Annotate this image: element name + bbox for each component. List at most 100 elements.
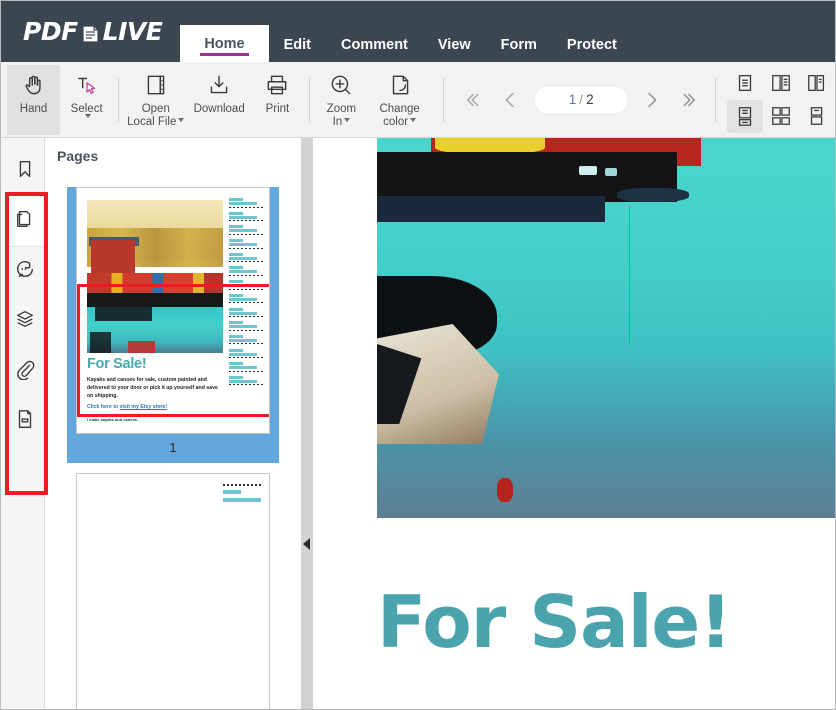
- change-color-label-2: color: [383, 115, 409, 128]
- flyer-link[interactable]: Click here to visit my Etsy store!: [87, 404, 167, 410]
- first-page-button[interactable]: [457, 80, 493, 120]
- two-page-view-button[interactable]: [763, 67, 799, 100]
- pages-icon: [14, 208, 36, 235]
- change-color-button[interactable]: Change color: [368, 65, 431, 135]
- attachment-icon: [14, 358, 36, 385]
- tab-comment[interactable]: Comment: [326, 27, 423, 62]
- hand-icon: [20, 71, 48, 99]
- change-color-chevron-down-icon[interactable]: [410, 118, 417, 122]
- price-row: [229, 334, 265, 345]
- page2-dotted-line: [223, 484, 261, 486]
- price-row: [229, 362, 265, 372]
- sidebar-item-attachments[interactable]: [6, 346, 44, 396]
- change-color-icon: [386, 71, 414, 99]
- price-row: [229, 375, 265, 386]
- price-row: [229, 266, 265, 276]
- comment-icon: [14, 258, 36, 285]
- sidebar-item-pages[interactable]: [6, 196, 44, 246]
- document-view[interactable]: For Sale!: [313, 138, 835, 709]
- last-page-button[interactable]: [669, 80, 705, 120]
- current-page-value: 1: [568, 92, 577, 107]
- hand-tool-label: Hand: [19, 102, 48, 115]
- zoom-in-button[interactable]: Zoom In: [315, 65, 368, 135]
- download-label: Download: [193, 102, 245, 115]
- zoom-in-chevron-down-icon[interactable]: [344, 118, 351, 122]
- toolbar-divider: [118, 77, 120, 122]
- tab-form[interactable]: Form: [486, 27, 552, 62]
- main-tabs: Home Edit Comment View Form Protect: [180, 1, 632, 62]
- three-page-continuous-view-button[interactable]: [799, 100, 835, 133]
- price-row: [229, 307, 265, 317]
- printer-icon: [263, 71, 291, 99]
- document-photo: [377, 138, 835, 518]
- logo-text-live: LIVE: [102, 17, 163, 46]
- app-logo[interactable]: PDF LIVE: [1, 1, 180, 62]
- collapse-left-icon[interactable]: [303, 538, 310, 550]
- flyer-link-prefix: Click here to: [87, 404, 120, 410]
- logo-document-icon: [78, 22, 102, 46]
- hand-tool-button[interactable]: Hand: [7, 64, 61, 135]
- select-cursor-icon: [73, 71, 101, 99]
- flyer-photo: [87, 200, 223, 353]
- tab-active-underline: [200, 53, 249, 56]
- view-mode-group: [727, 67, 835, 133]
- signature-icon: [14, 408, 36, 435]
- thumbnail-page-number-1: 1: [169, 440, 177, 455]
- previous-page-button[interactable]: [493, 80, 529, 120]
- select-tool-button[interactable]: Select: [60, 65, 113, 135]
- logo-text-pdf: PDF: [23, 17, 78, 46]
- page2-text-block-2: [223, 498, 261, 502]
- open-local-file-button[interactable]: Open Local File: [124, 65, 187, 135]
- price-row: [229, 321, 265, 331]
- sidebar-item-layers[interactable]: [6, 296, 44, 346]
- sidebar-item-bookmarks[interactable]: [6, 146, 44, 196]
- open-local-file-label-1: Open: [141, 102, 170, 115]
- document-heading: For Sale!: [377, 580, 732, 664]
- thumbnail-item-2[interactable]: 2: [67, 473, 279, 709]
- price-row: [229, 198, 265, 208]
- thumbnail-list[interactable]: For Sale! Kayaks and canoes for sale, cu…: [45, 178, 301, 709]
- single-page-view-button[interactable]: [727, 67, 763, 100]
- panel-splitter[interactable]: [301, 138, 313, 709]
- open-file-icon: [142, 71, 170, 99]
- zoom-in-label-2: In: [332, 115, 343, 128]
- change-color-label-1: Change: [379, 102, 420, 115]
- layers-icon: [14, 308, 36, 335]
- three-page-view-button[interactable]: [799, 67, 835, 100]
- print-label: Print: [265, 102, 290, 115]
- toolbar-divider-3: [443, 77, 445, 122]
- download-button[interactable]: Download: [187, 65, 250, 135]
- flyer-title: For Sale!: [87, 356, 147, 372]
- open-local-file-chevron-down-icon[interactable]: [178, 118, 185, 122]
- tab-home-label: Home: [204, 35, 245, 52]
- left-icon-rail: [1, 138, 48, 709]
- tab-protect[interactable]: Protect: [552, 27, 632, 62]
- toolbar-divider-4: [715, 77, 717, 122]
- price-row: [229, 348, 265, 359]
- pages-panel: Pages For Sale! Kayaks and canoes for sa…: [45, 138, 301, 709]
- price-row: [229, 252, 265, 263]
- continuous-scroll-view-button[interactable]: [727, 99, 764, 133]
- main-toolbar: Hand Select Open Local File Download Pri…: [1, 62, 835, 138]
- sidebar-item-signatures[interactable]: [6, 396, 44, 446]
- page-number-input[interactable]: 1 / 2: [535, 86, 628, 113]
- tab-edit[interactable]: Edit: [269, 27, 326, 62]
- total-pages-value: 2: [586, 92, 594, 107]
- price-row: [229, 211, 265, 222]
- thumbnail-item-1[interactable]: For Sale! Kayaks and canoes for sale, cu…: [67, 187, 279, 463]
- download-icon: [205, 71, 233, 99]
- print-button[interactable]: Print: [251, 65, 304, 135]
- zoom-in-icon: [327, 71, 355, 99]
- pdf-live-window: PDF LIVE Home Edit Comment View Form Pro…: [0, 0, 836, 710]
- price-row: [229, 225, 265, 235]
- sidebar-item-comments[interactable]: [6, 246, 44, 296]
- tab-view[interactable]: View: [423, 27, 486, 62]
- next-page-button[interactable]: [633, 80, 669, 120]
- page-separator: /: [579, 92, 584, 107]
- tab-home[interactable]: Home: [180, 25, 269, 62]
- two-page-continuous-view-button[interactable]: [763, 100, 799, 133]
- open-local-file-label-2: Local File: [127, 115, 177, 128]
- toolbar-divider-2: [308, 77, 310, 122]
- flyer-price-list: [229, 198, 265, 390]
- select-chevron-down-icon[interactable]: [84, 113, 91, 118]
